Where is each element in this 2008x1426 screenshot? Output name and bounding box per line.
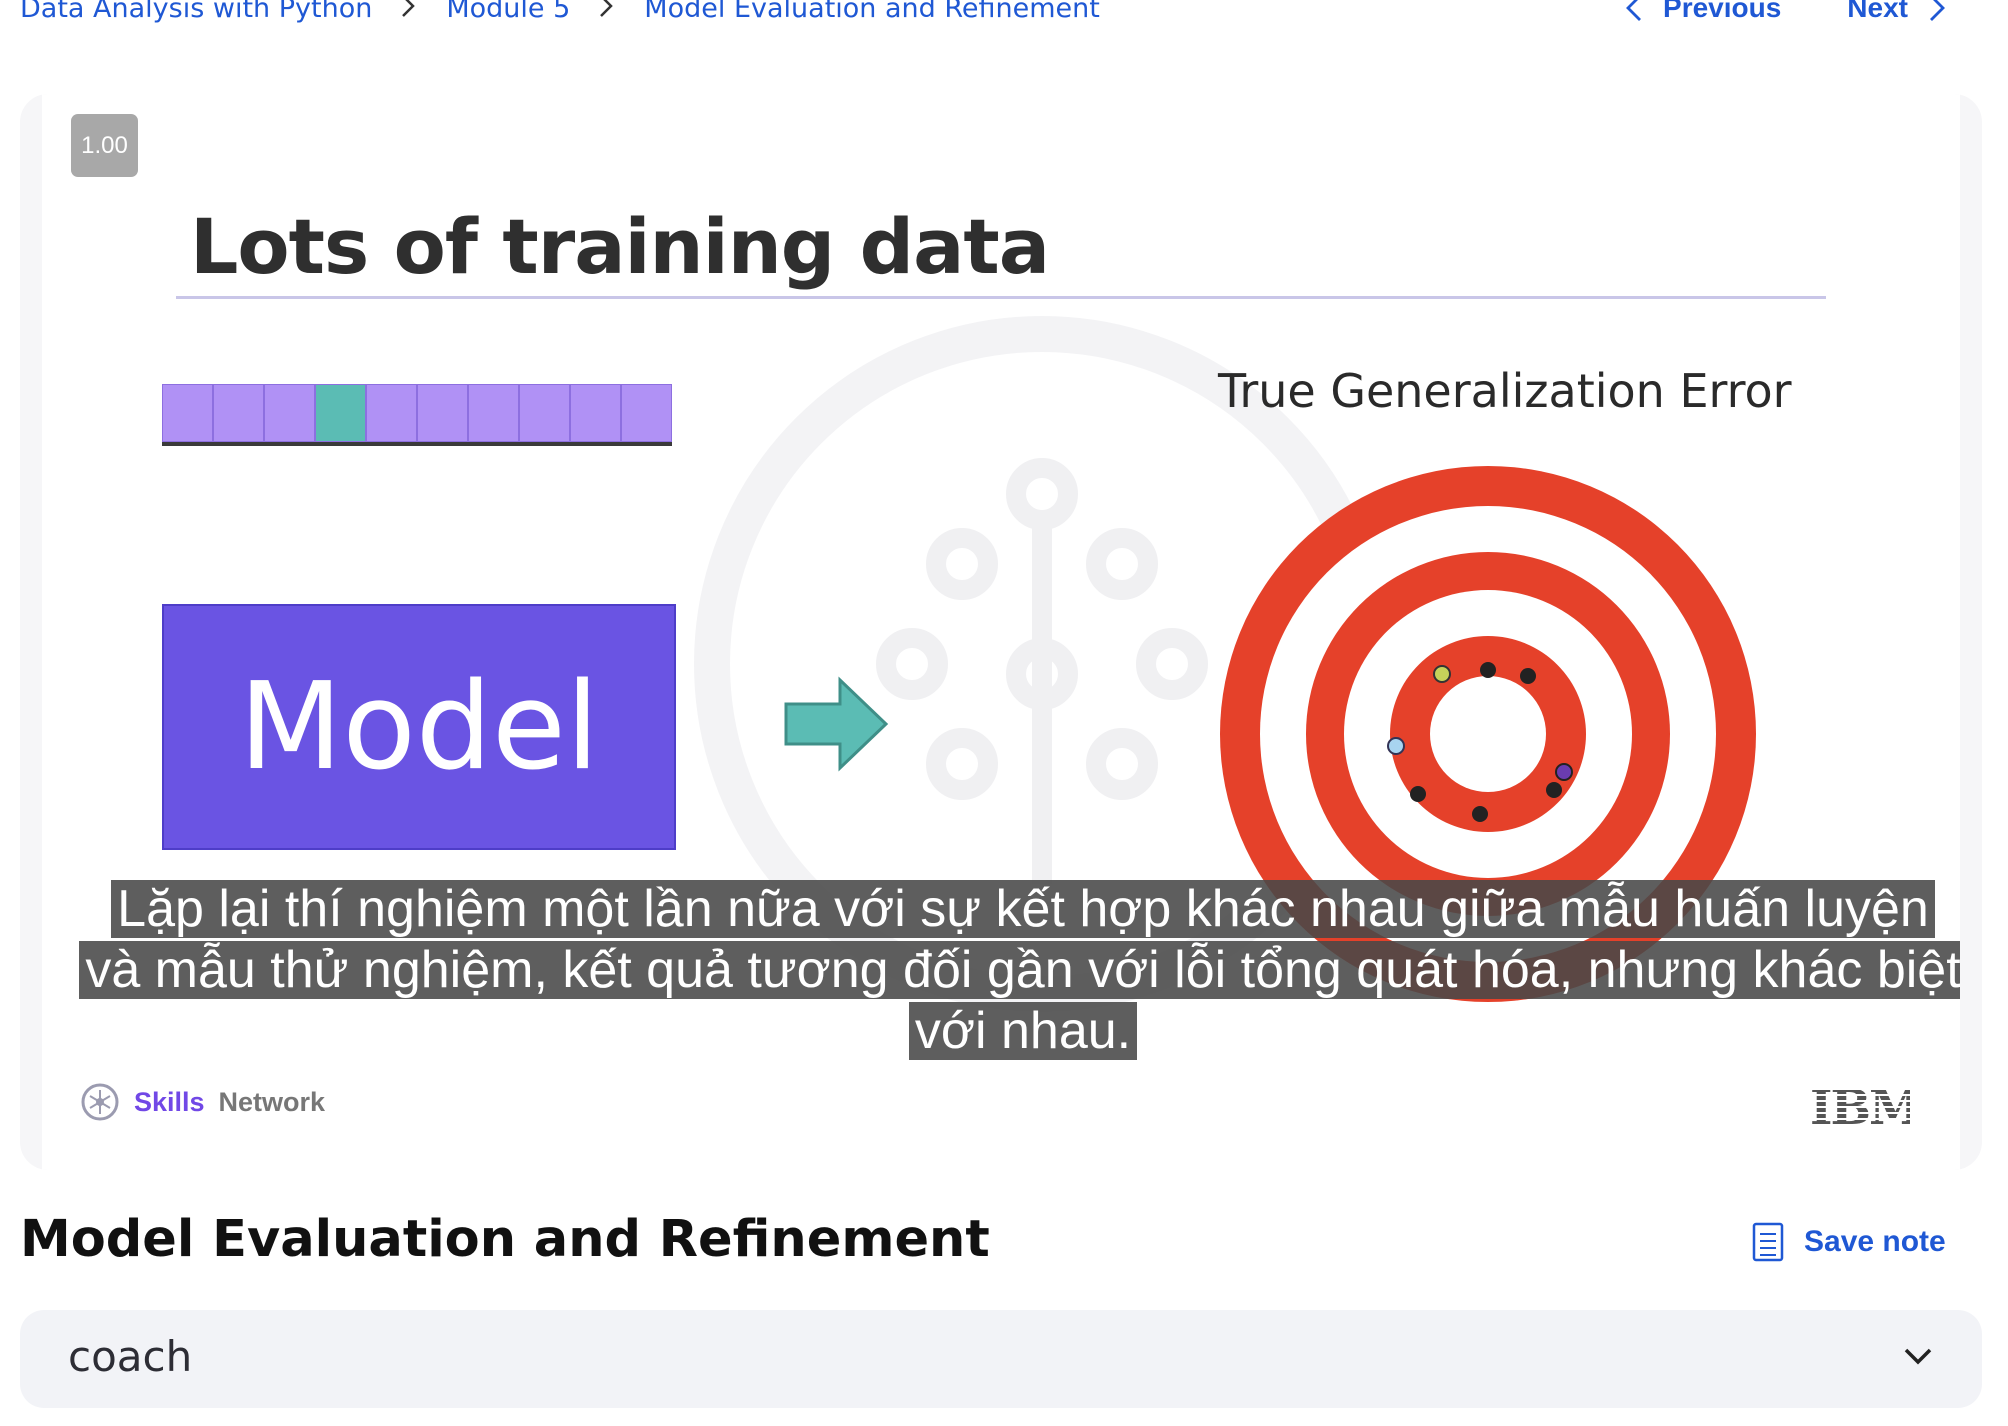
save-note-label: Save note — [1804, 1225, 1946, 1258]
sample-point — [1546, 782, 1562, 798]
train-sample-cell — [264, 384, 315, 442]
chevron-right-icon — [1930, 0, 1945, 21]
sample-point — [1433, 665, 1451, 683]
test-sample-cell — [315, 384, 366, 442]
train-sample-cell — [162, 384, 213, 442]
playback-speed-badge[interactable]: 1.00 — [71, 114, 138, 177]
ibm-logo: IBM — [1810, 1084, 1910, 1128]
skills-network-icon — [81, 1083, 119, 1121]
chevron-right-icon — [600, 0, 614, 17]
skills-network-logo: Skills Network — [80, 1082, 325, 1122]
sample-point — [1410, 786, 1426, 802]
page-title: Model Evaluation and Refinement — [20, 1210, 990, 1269]
train-sample-cell — [366, 384, 417, 442]
subtitle-line-3: với nhau. — [908, 1002, 1138, 1060]
previous-label: Previous — [1663, 0, 1782, 23]
train-sample-cell — [621, 384, 672, 442]
training-data-bar — [162, 384, 672, 446]
train-sample-cell — [213, 384, 264, 442]
brand-skills: Skills — [134, 1086, 205, 1117]
chevron-left-icon — [1626, 0, 1642, 21]
breadcrumb-lesson[interactable]: Model Evaluation and Refinement — [644, 0, 1100, 24]
train-sample-cell — [417, 384, 468, 442]
breadcrumb-course[interactable]: Data Analysis with Python — [20, 0, 372, 24]
coach-accordion[interactable]: coach — [20, 1310, 1982, 1408]
subtitles: Lặp lại thí nghiệm một lần nữa với sự kế… — [42, 879, 1960, 1062]
next-label: Next — [1847, 0, 1908, 23]
slide-title: Lots of training data — [190, 202, 1050, 291]
brand-network: Network — [218, 1086, 326, 1117]
previous-button[interactable]: Previous — [1623, 0, 1781, 24]
breadcrumb: Data Analysis with Python Module 5 Model… — [20, 0, 1100, 26]
sample-point — [1472, 806, 1488, 822]
train-sample-cell — [519, 384, 570, 442]
breadcrumb-module[interactable]: Module 5 — [446, 0, 570, 24]
sample-point — [1387, 737, 1405, 755]
target-label: True Generalization Error — [1218, 364, 1792, 418]
subtitle-line-1: Lặp lại thí nghiệm một lần nữa với sự kế… — [111, 880, 1935, 938]
subtitle-line-2: và mẫu thử nghiệm, kết quả tương đối gần… — [79, 941, 1960, 999]
arrow-right-icon — [784, 676, 889, 772]
coach-label: coach — [68, 1332, 193, 1381]
sample-point — [1480, 662, 1496, 678]
sample-point — [1520, 668, 1536, 684]
lesson-navigation: Previous Next — [1623, 0, 1948, 26]
sample-point — [1555, 763, 1573, 781]
model-box: Model — [162, 604, 676, 850]
note-icon — [1752, 1222, 1784, 1262]
next-button[interactable]: Next — [1847, 0, 1948, 24]
title-divider — [176, 296, 1826, 299]
video-slide[interactable]: 1.00 Lots of training data Model True Ge… — [42, 94, 1960, 1170]
train-sample-cell — [570, 384, 621, 442]
chevron-down-icon[interactable] — [1900, 1344, 1936, 1368]
chevron-right-icon — [402, 0, 416, 17]
video-player[interactable]: 1.00 Lots of training data Model True Ge… — [20, 94, 1982, 1170]
model-label: Model — [238, 657, 600, 797]
save-note-button[interactable]: Save note — [1752, 1222, 1946, 1262]
train-sample-cell — [468, 384, 519, 442]
